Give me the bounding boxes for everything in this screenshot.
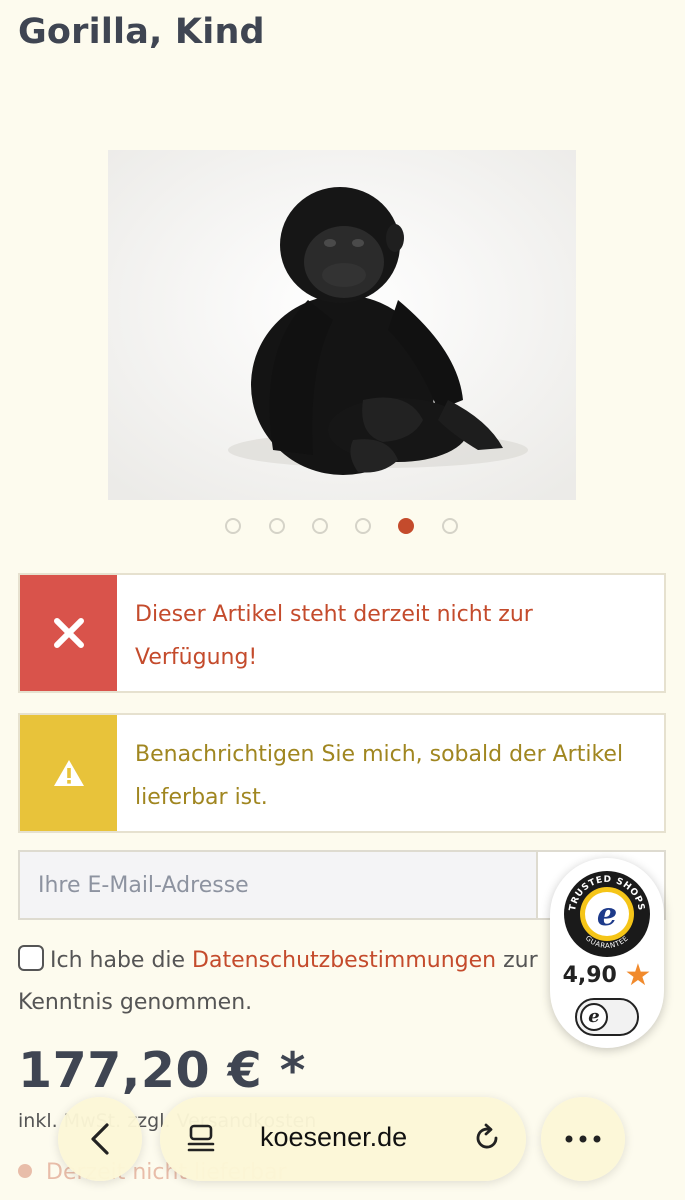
trusted-shops-badge[interactable]: e TRUSTED SHOPS GUARANTEE 4,90 ★ e (550, 858, 664, 1048)
privacy-consent: Ich habe die Datenschutzbestimmungen zur… (18, 940, 558, 1024)
carousel-dot[interactable] (312, 518, 328, 534)
ellipsis-icon (565, 1135, 601, 1143)
privacy-checkbox[interactable] (18, 945, 44, 971)
trusted-shops-rating: 4,90 ★ (550, 958, 664, 993)
consent-prefix: Ich habe die (50, 948, 193, 973)
more-button[interactable] (541, 1097, 625, 1181)
error-alert: Dieser Artikel steht derzeit nicht zur V… (18, 573, 666, 693)
svg-text:e: e (597, 895, 617, 933)
email-field[interactable] (18, 850, 538, 920)
carousel-dot-active[interactable] (398, 518, 414, 534)
error-alert-text: Dieser Artikel steht derzeit nicht zur V… (135, 602, 533, 670)
url-text: koesener.de (260, 1122, 408, 1152)
carousel-dot[interactable] (225, 518, 241, 534)
star-icon: ★ (624, 958, 652, 993)
address-bar[interactable]: koesener.de (160, 1097, 526, 1181)
warning-icon (20, 715, 117, 831)
browser-bottom-bar: koesener.de (0, 1095, 685, 1200)
trusted-shops-toggle[interactable]: e (575, 998, 639, 1036)
carousel-dots (0, 518, 685, 540)
carousel-dot[interactable] (442, 518, 458, 534)
back-button[interactable] (58, 1097, 142, 1181)
close-icon (20, 575, 117, 691)
trusted-shops-e-icon: e (580, 1003, 608, 1031)
reader-icon (187, 1124, 215, 1152)
carousel-dot[interactable] (355, 518, 371, 534)
chevron-left-icon (91, 1123, 109, 1155)
product-price: 177,20 € * (18, 1042, 306, 1099)
warning-alert: Benachrichtigen Sie mich, sobald der Art… (18, 713, 666, 833)
page-title: Gorilla, Kind (18, 12, 265, 52)
product-image[interactable] (108, 150, 576, 500)
gorilla-illustration (108, 150, 576, 500)
reload-icon[interactable] (472, 1123, 502, 1153)
carousel-dot[interactable] (269, 518, 285, 534)
trusted-shops-seal-icon: e TRUSTED SHOPS GUARANTEE (564, 871, 650, 957)
warning-alert-text: Benachrichtigen Sie mich, sobald der Art… (135, 742, 624, 810)
privacy-policy-link[interactable]: Datenschutzbestimmungen (192, 948, 496, 973)
rating-value: 4,90 (562, 963, 617, 988)
